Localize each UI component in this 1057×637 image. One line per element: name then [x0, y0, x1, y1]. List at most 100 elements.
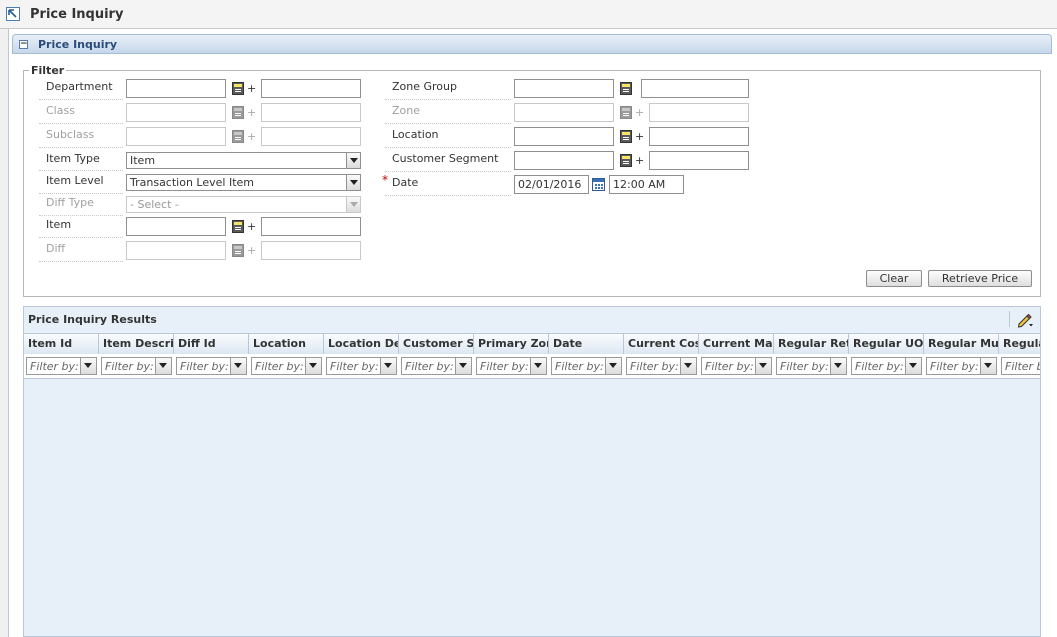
column-header[interactable]: Regular Multi: [924, 334, 999, 355]
column-filter[interactable]: Filter by:: [926, 357, 997, 375]
results-title: Price Inquiry Results: [28, 313, 157, 326]
retrieve-price-button[interactable]: Retrieve Price: [928, 270, 1032, 287]
diff-input[interactable]: [126, 241, 226, 260]
plus-icon: +: [635, 154, 645, 167]
time-input[interactable]: 12:00 AM: [609, 175, 684, 194]
zone-input[interactable]: [514, 103, 614, 122]
chevron-down-icon[interactable]: [346, 153, 360, 168]
column-filter[interactable]: Filter by:: [626, 357, 697, 375]
column-header[interactable]: Regular Retail: [774, 334, 849, 355]
diff-description-field[interactable]: [261, 241, 361, 260]
column-filter[interactable]: Filter by:: [776, 357, 847, 375]
column-header[interactable]: Regular UOM: [849, 334, 924, 355]
column-header[interactable]: Date: [549, 334, 624, 355]
section-header: − Price Inquiry: [12, 34, 1052, 54]
column-header[interactable]: Item Description: [99, 334, 174, 355]
department-lov-icon[interactable]: [232, 82, 244, 95]
zone-lov-icon[interactable]: [620, 106, 632, 119]
grid-header: Item Id Item Description Diff Id Locatio…: [24, 333, 1040, 356]
column-filter[interactable]: Filter by:: [1001, 357, 1040, 375]
chevron-down-icon[interactable]: [155, 358, 171, 374]
column-filter[interactable]: Filter by:: [26, 357, 97, 375]
customer-segment-input[interactable]: [514, 151, 614, 170]
subclass-label: Subclass: [46, 128, 95, 141]
section-title: Price Inquiry: [38, 38, 118, 51]
column-header[interactable]: Location Description: [324, 334, 399, 355]
zone-group-description-field[interactable]: [641, 79, 749, 98]
chevron-down-icon[interactable]: [755, 358, 771, 374]
column-filter[interactable]: Filter by:: [251, 357, 322, 375]
chevron-down-icon[interactable]: [380, 358, 396, 374]
chevron-down-icon[interactable]: [230, 358, 246, 374]
plus-icon: +: [247, 82, 257, 95]
plus-icon: +: [247, 106, 257, 119]
column-header[interactable]: Primary Zone: [474, 334, 549, 355]
column-header[interactable]: Item Id: [24, 334, 99, 355]
column-header[interactable]: Regular: [999, 334, 1040, 355]
zone-group-lov-icon[interactable]: [620, 82, 632, 95]
results-panel: Price Inquiry Results Item Id Item Descr…: [23, 306, 1041, 637]
date-label: Date: [392, 176, 419, 189]
customer-segment-lov-icon[interactable]: [620, 154, 632, 167]
column-header[interactable]: Location: [249, 334, 324, 355]
plus-icon: +: [247, 130, 257, 143]
item-input[interactable]: [126, 217, 226, 236]
chevron-down-icon[interactable]: [530, 358, 546, 374]
customer-segment-description-field[interactable]: [649, 151, 749, 170]
clear-button[interactable]: Clear: [866, 270, 922, 287]
column-filter[interactable]: Filter by:: [476, 357, 547, 375]
plus-icon: +: [247, 220, 257, 233]
chevron-down-icon[interactable]: [346, 197, 360, 212]
date-input[interactable]: 02/01/2016: [514, 175, 589, 194]
location-input[interactable]: [514, 127, 614, 146]
chevron-down-icon[interactable]: [980, 358, 996, 374]
column-header[interactable]: Current Markup: [699, 334, 774, 355]
location-lov-icon[interactable]: [620, 130, 632, 143]
column-header[interactable]: Customer Segment: [399, 334, 474, 355]
chevron-down-icon[interactable]: [680, 358, 696, 374]
title-bar: Price Inquiry: [0, 0, 1057, 29]
maximize-arrow-icon[interactable]: [6, 7, 20, 21]
column-filter[interactable]: Filter by:: [401, 357, 472, 375]
column-filter[interactable]: Filter by:: [851, 357, 922, 375]
item-description-field[interactable]: [261, 217, 361, 236]
diff-type-select[interactable]: - Select -: [126, 196, 361, 213]
item-level-value: Transaction Level Item: [130, 176, 254, 189]
chevron-down-icon[interactable]: [346, 175, 360, 190]
chevron-down-icon[interactable]: [455, 358, 471, 374]
chevron-down-icon[interactable]: [905, 358, 921, 374]
class-description-field[interactable]: [261, 103, 361, 122]
chevron-down-icon[interactable]: [830, 358, 846, 374]
column-filter[interactable]: Filter by:: [176, 357, 247, 375]
column-header[interactable]: Diff Id: [174, 334, 249, 355]
subclass-lov-icon[interactable]: [232, 130, 244, 143]
column-filter[interactable]: Filter by:: [101, 357, 172, 375]
collapse-toggle-icon[interactable]: −: [19, 40, 28, 49]
chevron-down-icon[interactable]: [305, 358, 321, 374]
calendar-icon[interactable]: [592, 178, 605, 191]
diff-type-value: - Select -: [130, 198, 179, 211]
zone-group-input[interactable]: [514, 79, 614, 98]
column-filter[interactable]: Filter by:: [551, 357, 622, 375]
item-level-select[interactable]: Transaction Level Item: [126, 174, 361, 191]
item-type-select[interactable]: Item: [126, 152, 361, 169]
department-input[interactable]: [126, 79, 226, 98]
class-lov-icon[interactable]: [232, 106, 244, 119]
department-description-field[interactable]: [261, 79, 361, 98]
class-input[interactable]: [126, 103, 226, 122]
chevron-down-icon[interactable]: [605, 358, 621, 374]
item-lov-icon[interactable]: [232, 220, 244, 233]
diff-lov-icon[interactable]: [232, 244, 244, 257]
subclass-description-field[interactable]: [261, 127, 361, 146]
column-header[interactable]: Current Cost: [624, 334, 699, 355]
grid-body: [24, 379, 1040, 636]
column-filter[interactable]: Filter by:: [701, 357, 772, 375]
customer-segment-label: Customer Segment: [392, 152, 499, 165]
pencil-icon[interactable]: [1016, 312, 1034, 328]
location-description-field[interactable]: [649, 127, 749, 146]
subclass-input[interactable]: [126, 127, 226, 146]
diff-label: Diff: [46, 242, 66, 255]
chevron-down-icon[interactable]: [80, 358, 96, 374]
zone-description-field[interactable]: [649, 103, 749, 122]
column-filter[interactable]: Filter by:: [326, 357, 397, 375]
